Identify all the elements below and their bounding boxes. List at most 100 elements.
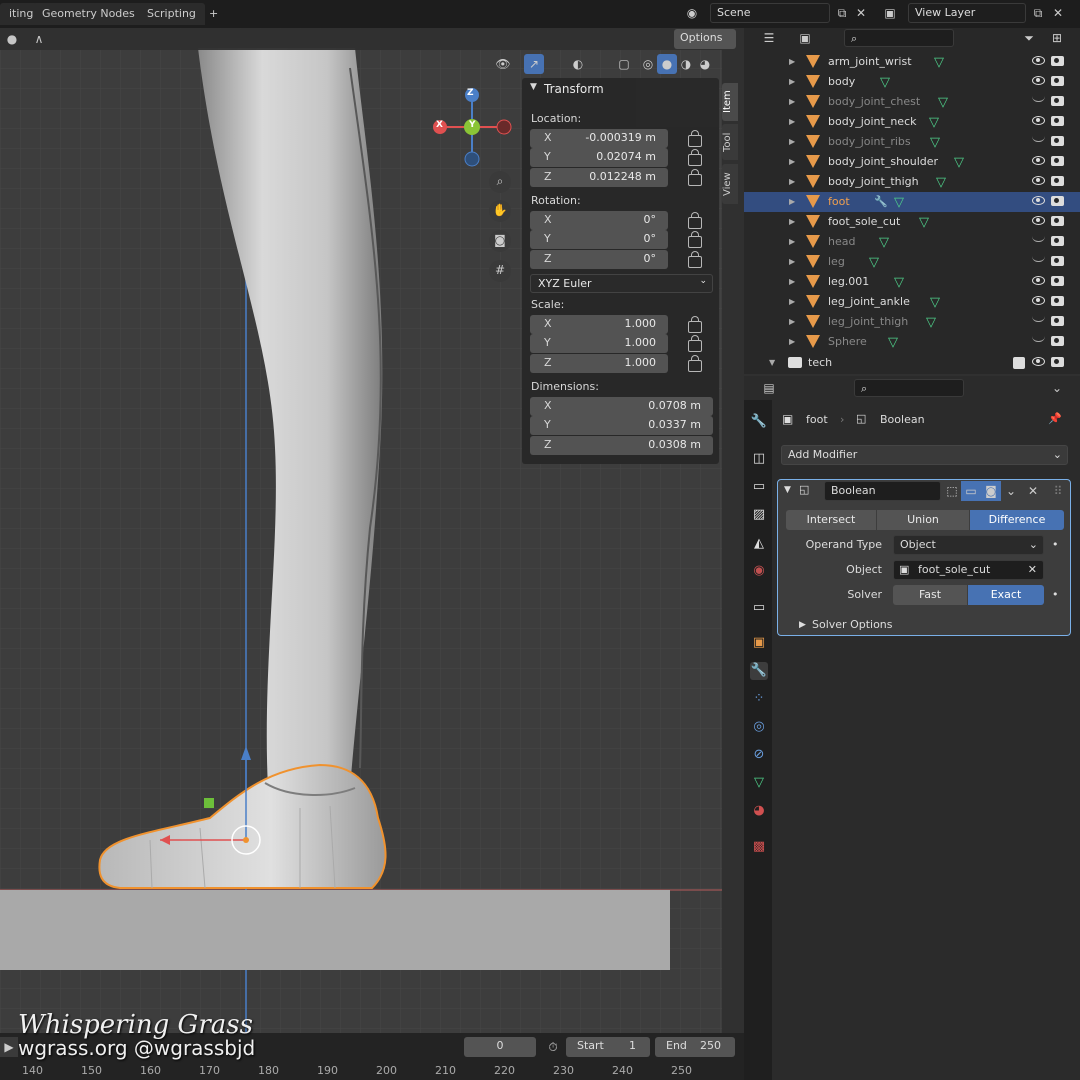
- scale-x-field[interactable]: X 1.000: [530, 315, 668, 334]
- outliner-row[interactable]: ▶ arm_joint_wrist ▽: [744, 52, 1080, 72]
- lock-icon[interactable]: [688, 231, 702, 248]
- expand-icon[interactable]: ▶: [789, 52, 795, 72]
- camera-icon[interactable]: [1051, 336, 1064, 346]
- xray-icon[interactable]: ▢: [614, 54, 634, 74]
- expand-icon[interactable]: ▶: [789, 212, 795, 232]
- solver-exact[interactable]: Exact: [968, 585, 1044, 605]
- camera-icon[interactable]: [1051, 256, 1064, 266]
- pin-icon[interactable]: 📌: [1048, 412, 1062, 425]
- dimensions-z-field[interactable]: Z 0.0308 m: [530, 436, 713, 455]
- eye-icon[interactable]: [1032, 236, 1045, 242]
- outliner-row[interactable]: ▶ head ▽: [744, 232, 1080, 252]
- editor-type-icon[interactable]: ▤: [754, 378, 784, 398]
- edit-mode-toggle-icon[interactable]: ⬚: [942, 481, 962, 501]
- mesh-data-icon[interactable]: ▽: [894, 193, 904, 213]
- play-icon[interactable]: ▶: [0, 1037, 18, 1057]
- keyframe-dot-icon[interactable]: •: [1052, 538, 1059, 551]
- expand-icon[interactable]: ▶: [789, 232, 795, 252]
- workspace-tab-scripting[interactable]: Scripting: [138, 3, 205, 25]
- camera-icon[interactable]: [1051, 136, 1064, 146]
- eye-icon[interactable]: [1032, 76, 1045, 85]
- mesh-data-icon[interactable]: ▽: [930, 133, 940, 153]
- location-z-field[interactable]: Z 0.012248 m: [530, 168, 668, 187]
- scale-z-field[interactable]: Z 1.000: [530, 354, 668, 373]
- lock-icon[interactable]: [688, 316, 702, 333]
- stopwatch-icon[interactable]: ⏱: [543, 1037, 563, 1057]
- outliner-row[interactable]: ▶ body_joint_neck ▽: [744, 112, 1080, 132]
- mesh-data-icon[interactable]: ▽: [936, 173, 946, 193]
- display-mode-icon[interactable]: ▣: [790, 28, 820, 48]
- collapse-arrow-icon[interactable]: ▼: [530, 82, 537, 92]
- object-picker-field[interactable]: ▣ foot_sole_cut ✕: [893, 560, 1044, 580]
- keyframe-dot-icon[interactable]: •: [1052, 588, 1059, 601]
- mesh-data-icon[interactable]: ▽: [888, 333, 898, 353]
- texture-tab-icon[interactable]: ▩: [750, 838, 768, 856]
- editor-type-icon[interactable]: ☰: [754, 28, 784, 48]
- outliner-row[interactable]: ▶ body ▽: [744, 72, 1080, 92]
- outliner-row[interactable]: ▶ leg ▽: [744, 252, 1080, 272]
- camera-icon[interactable]: [1051, 316, 1064, 326]
- expand-icon[interactable]: ▶: [789, 292, 795, 312]
- constraints-tab-icon[interactable]: ⊘: [750, 746, 768, 764]
- modifier-name-input[interactable]: Boolean: [824, 481, 941, 501]
- expand-icon[interactable]: ▶: [789, 332, 795, 352]
- outliner-row[interactable]: ▶ body_joint_shoulder ▽: [744, 152, 1080, 172]
- dimensions-x-field[interactable]: X 0.0708 m: [530, 397, 713, 416]
- modifier-icon[interactable]: 🔧: [874, 192, 888, 212]
- tab-view[interactable]: View: [722, 164, 738, 204]
- camera-icon[interactable]: [1051, 196, 1064, 206]
- expand-icon[interactable]: ▶: [789, 132, 795, 152]
- add-workspace-button[interactable]: +: [200, 3, 227, 25]
- location-x-field[interactable]: X -0.000319 m: [530, 129, 668, 148]
- operation-union[interactable]: Union: [877, 510, 969, 530]
- clear-icon[interactable]: ✕: [1028, 561, 1037, 579]
- eye-icon[interactable]: [1032, 256, 1045, 262]
- collection-row[interactable]: ▼ tech: [744, 353, 1080, 373]
- expand-icon[interactable]: ▶: [789, 72, 795, 92]
- lock-icon[interactable]: [688, 149, 702, 166]
- overlay-icon[interactable]: ◐: [568, 54, 588, 74]
- location-y-field[interactable]: Y 0.02074 m: [530, 148, 668, 167]
- eye-icon[interactable]: [1032, 96, 1045, 102]
- lock-icon[interactable]: [688, 169, 702, 186]
- eye-icon[interactable]: [1032, 156, 1045, 165]
- outliner-row[interactable]: ▶ body_joint_thigh ▽: [744, 172, 1080, 192]
- camera-icon[interactable]: [1051, 156, 1064, 166]
- mesh-data-icon[interactable]: ▽: [929, 113, 939, 133]
- collection-tab-icon[interactable]: ▭: [750, 599, 768, 617]
- pan-hand-icon[interactable]: ✋: [489, 200, 511, 222]
- expand-icon[interactable]: ▶: [789, 192, 795, 212]
- eye-icon[interactable]: [1032, 176, 1045, 185]
- wireframe-shading-icon[interactable]: ◎: [638, 54, 658, 74]
- properties-search-input[interactable]: ⌕: [854, 379, 964, 397]
- render-toggle-icon[interactable]: ◙: [981, 481, 1001, 501]
- chevron-down-icon[interactable]: ⌄: [1001, 481, 1021, 501]
- checkbox-icon[interactable]: [1013, 357, 1025, 369]
- outliner-row[interactable]: ▶ leg.001 ▽: [744, 272, 1080, 292]
- mesh-data-icon[interactable]: ▽: [879, 233, 889, 253]
- collapse-arrow-icon[interactable]: ▼: [784, 485, 791, 495]
- scene-icon[interactable]: ◉: [682, 3, 702, 23]
- solid-shading-icon[interactable]: ●: [657, 54, 677, 74]
- expand-icon[interactable]: ▶: [789, 172, 795, 192]
- drag-handle-icon[interactable]: ⠿: [1048, 481, 1068, 501]
- outliner-row[interactable]: ▶ body_joint_chest ▽: [744, 92, 1080, 112]
- solver-fast[interactable]: Fast: [893, 585, 967, 605]
- view-layer-tab-icon[interactable]: ▨: [750, 506, 768, 524]
- tab-tool[interactable]: Tool: [722, 124, 738, 160]
- material-shading-icon[interactable]: ◑: [676, 54, 696, 74]
- lock-icon[interactable]: [688, 251, 702, 268]
- rotation-z-field[interactable]: Z 0°: [530, 250, 668, 269]
- copy-scene-icon[interactable]: ⧉: [832, 3, 852, 23]
- camera-icon[interactable]: [1051, 56, 1064, 66]
- mesh-data-icon[interactable]: ▽: [926, 313, 936, 333]
- camera-icon[interactable]: [1051, 216, 1064, 226]
- viewport-toggle-icon[interactable]: ▭: [961, 481, 981, 501]
- camera-icon[interactable]: [1051, 76, 1064, 86]
- outliner-row[interactable]: ▶ foot_sole_cut ▽: [744, 212, 1080, 232]
- gizmo-toggle-icon[interactable]: ↗: [524, 54, 544, 74]
- scene-tab-icon[interactable]: ◭: [750, 535, 768, 553]
- solver-options-subpanel[interactable]: Solver Options: [812, 618, 893, 631]
- eye-icon[interactable]: [1032, 56, 1045, 65]
- rendered-shading-icon[interactable]: ◕: [695, 54, 715, 74]
